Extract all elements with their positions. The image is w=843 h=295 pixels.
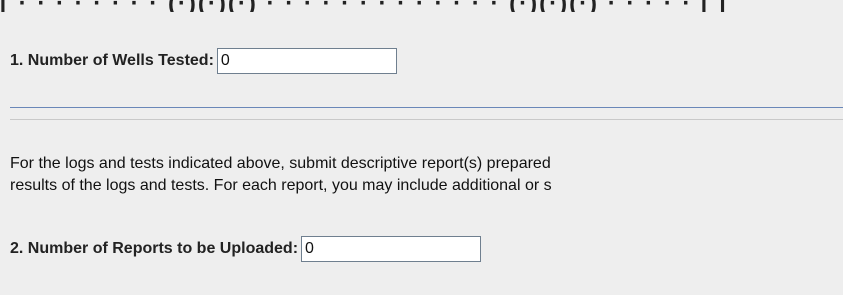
- reports-uploaded-row: 2. Number of Reports to be Uploaded:: [10, 236, 482, 262]
- wells-tested-input[interactable]: [216, 48, 397, 74]
- wells-tested-label: 1. Number of Wells Tested:: [10, 52, 214, 69]
- cutoff-previous-row: [ · · · · · · · · (·)(·)(·) · · · · · · …: [0, 0, 843, 12]
- section-divider-blue: [10, 107, 843, 108]
- instructions-line-1: For the logs and tests indicated above, …: [10, 155, 551, 172]
- reports-uploaded-input[interactable]: [301, 236, 482, 262]
- instructions-line-2: results of the logs and tests. For each …: [10, 177, 552, 194]
- reports-uploaded-label: 2. Number of Reports to be Uploaded:: [10, 240, 299, 257]
- instructions-paragraph: For the logs and tests indicated above, …: [10, 153, 843, 197]
- section-divider-gray: [10, 119, 843, 120]
- form-panel: [ · · · · · · · · (·)(·)(·) · · · · · · …: [0, 0, 843, 295]
- wells-tested-row: 1. Number of Wells Tested:: [10, 48, 397, 74]
